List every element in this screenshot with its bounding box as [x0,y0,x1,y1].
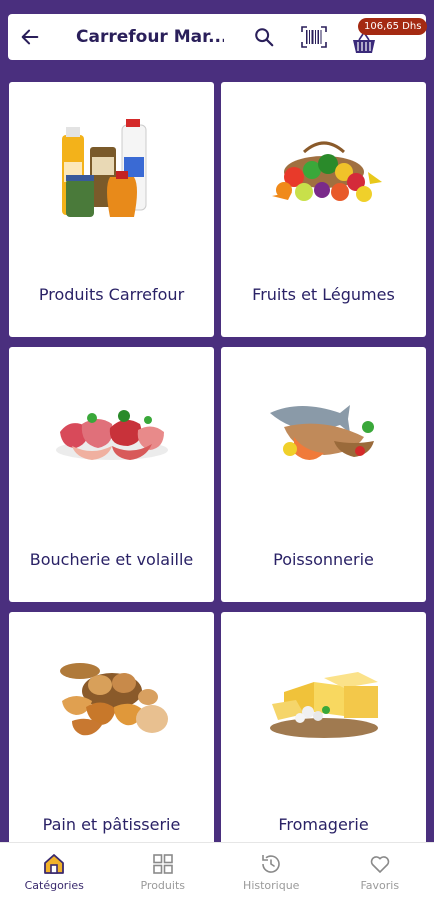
store-title: Carrefour Mar... [76,27,224,47]
back-arrow-icon [21,29,39,45]
home-icon [44,854,65,874]
category-card-fromagerie[interactable]: Fromagerie [221,612,426,867]
nav-tab-products[interactable]: Produits [109,843,218,900]
heart-icon [370,856,389,873]
category-label: Fromagerie [278,815,369,834]
top-app-bar: Carrefour Mar... 106,65 Dhs [8,14,428,60]
nav-tab-favorites[interactable]: Favoris [326,843,434,900]
fruits-vegetables-image [221,112,426,232]
barcode-scan-button[interactable] [292,14,336,60]
meat-image [9,377,214,497]
grid-icon [152,854,173,874]
category-label: Produits Carrefour [38,285,185,304]
category-card-fruits-legumes[interactable]: Fruits et Légumes [221,82,426,337]
back-button[interactable] [8,14,52,60]
category-label: Pain et pâtisserie [42,815,181,834]
category-label: Fruits et Légumes [252,285,395,304]
search-icon [255,28,274,47]
category-card-pain-patisserie[interactable]: Pain et pâtisserie [9,612,214,867]
nav-tab-history[interactable]: Historique [217,843,326,900]
fish-image [221,377,426,497]
cart-basket-icon [353,33,375,53]
bread-pastry-image [9,642,214,762]
search-button[interactable] [244,14,284,60]
category-card-boucherie-volaille[interactable]: Boucherie et volaille [9,347,214,602]
nav-label: Historique [243,879,300,892]
barcode-scan-icon [301,26,327,48]
nav-tab-categories[interactable]: Catégories [0,843,109,900]
category-card-poissonnerie[interactable]: Poissonnerie [221,347,426,602]
nav-label: Catégories [24,879,84,892]
cheese-image [221,642,426,762]
bottom-navigation: Catégories Produits Historique Favoris [0,842,434,900]
category-label: Poissonnerie [273,550,374,569]
history-icon [262,855,281,873]
category-card-produits-carrefour[interactable]: Produits Carrefour [9,82,214,337]
category-label: Boucherie et volaille [29,550,194,569]
nav-label: Favoris [360,879,400,892]
nav-label: Produits [140,879,185,892]
cart-button[interactable]: 106,65 Dhs [344,14,428,60]
grocery-products-image [9,112,214,232]
cart-total-badge: 106,65 Dhs [358,18,428,35]
